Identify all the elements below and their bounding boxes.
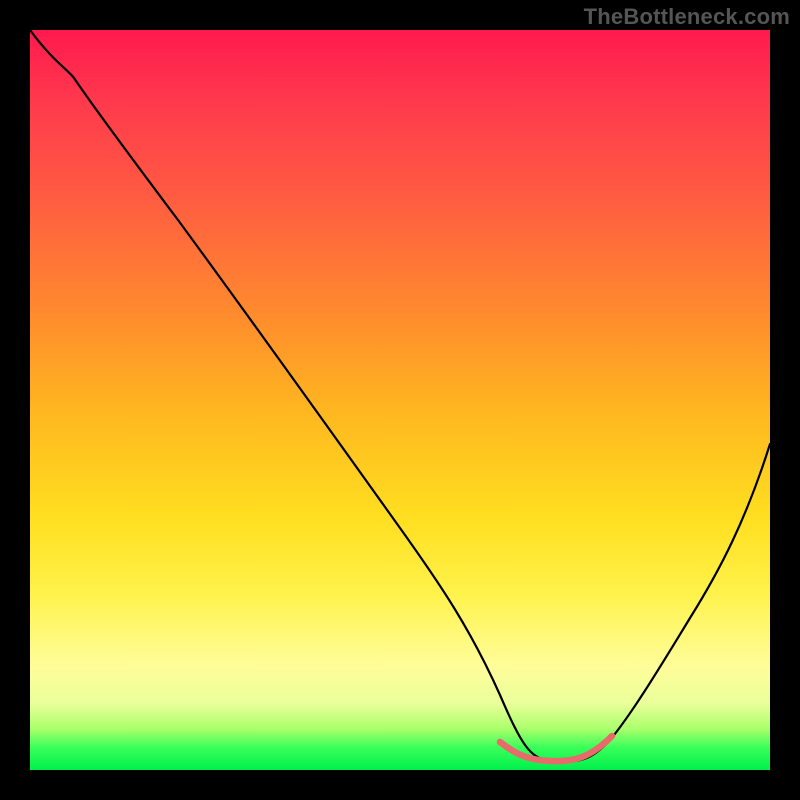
chart-frame: TheBottleneck.com [0, 0, 800, 800]
curve-path [30, 30, 770, 762]
watermark-text: TheBottleneck.com [584, 4, 790, 30]
highlight-segment [500, 736, 612, 761]
plot-area [30, 30, 770, 770]
bottleneck-curve [30, 30, 770, 770]
